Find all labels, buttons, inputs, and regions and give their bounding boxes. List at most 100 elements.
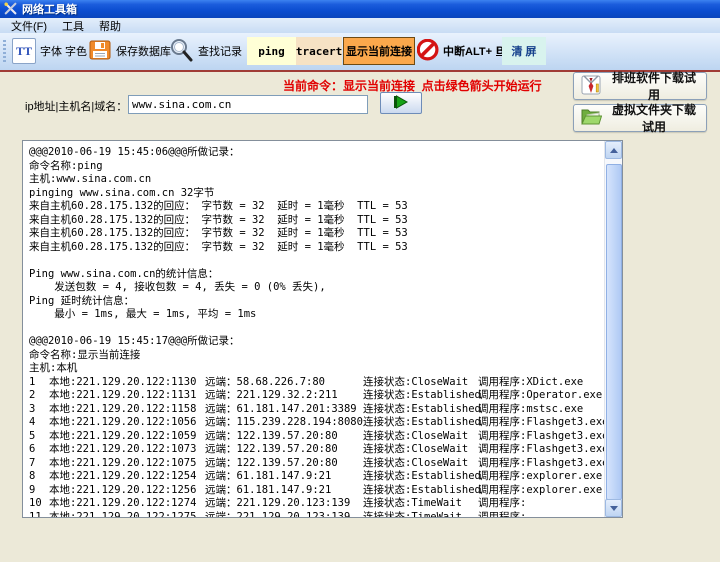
- connection-num-cell: 11: [29, 511, 42, 519]
- connection-num-cell: 8: [29, 470, 35, 484]
- terminal-line: 主机:本机: [23, 362, 605, 376]
- connection-row: 2 本地:221.129.20.122:1131 远端：221.129.32.2:2…: [23, 389, 605, 403]
- terminal-line: 来自主机60.28.175.132的回应： 字节数 = 32 延时 = 1毫秒 …: [23, 200, 605, 214]
- connection-num-cell: 10: [29, 497, 42, 511]
- connection-num-cell: 9: [29, 484, 35, 498]
- toolbar: TT 字体 字色 保存数据库: [0, 33, 720, 72]
- terminal-line: Ping 延时统计信息：: [23, 295, 605, 309]
- connection-remote-cell: 远端：122.139.57.20:80: [205, 457, 338, 471]
- green-play-icon: [390, 94, 412, 113]
- scroll-up-button[interactable]: [605, 141, 622, 159]
- connection-state-cell: 连接状态:TimeWait: [363, 511, 462, 519]
- connection-local-cell: 本地:221.129.20.122:1274: [49, 497, 196, 511]
- find-record-button[interactable]: 查找记录: [168, 37, 242, 65]
- connection-local-cell: 本地:221.129.20.122:1056: [49, 416, 196, 430]
- toolbar-grip[interactable]: [3, 40, 6, 64]
- terminal-line: @@@2010-06-19 15:45:06@@@所做记录：: [23, 146, 605, 160]
- floppy-disk-icon: [88, 38, 112, 65]
- ping-button[interactable]: ping: [247, 37, 296, 65]
- connection-num-cell: 5: [29, 430, 35, 444]
- host-input-label: ip地址|主机名|域名：: [25, 98, 127, 114]
- terminal-line: @@@2010-06-19 15:45:17@@@所做记录：: [23, 335, 605, 349]
- connection-local-cell: 本地:221.129.20.122:1275: [49, 511, 196, 519]
- connection-local-cell: 本地:221.129.20.122:1158: [49, 403, 196, 417]
- no-entry-icon: [417, 39, 439, 64]
- connection-num-cell: 4: [29, 416, 35, 430]
- chevron-up-icon: [610, 148, 618, 153]
- connection-num-cell: 7: [29, 457, 35, 471]
- shirt-tie-icon: [580, 74, 602, 99]
- connection-prog-cell: 调用程序:Flashget3.exe: [478, 430, 609, 444]
- connection-state-cell: 连接状态:TimeWait: [363, 497, 462, 511]
- terminal-line: 来自主机60.28.175.132的回应： 字节数 = 32 延时 = 1毫秒 …: [23, 241, 605, 255]
- connection-remote-cell: 远端：122.139.57.20:80: [205, 430, 338, 444]
- connection-state-cell: 连接状态:CloseWait: [363, 457, 468, 471]
- connection-row: 5 本地:221.129.20.122:1059 远端：122.139.57.20:…: [23, 430, 605, 444]
- output-terminal[interactable]: @@@2010-06-19 15:45:06@@@所做记录：命令名称:ping主…: [22, 140, 623, 518]
- clear-screen-button[interactable]: 清 屏: [502, 37, 546, 65]
- find-record-label: 查找记录: [198, 43, 242, 59]
- connection-row: 11 本地:221.129.20.122:1275 远端：221.129.20.12…: [23, 511, 605, 519]
- terminal-line: 最小 = 1ms, 最大 = 1ms, 平均 = 1ms: [23, 308, 605, 322]
- schedule-software-trial-label: 排班软件下载试用: [608, 69, 700, 103]
- connection-num-cell: 6: [29, 443, 35, 457]
- terminal-line: [23, 322, 605, 336]
- connection-prog-cell: 调用程序:explorer.exe: [478, 470, 602, 484]
- terminal-line: 命令名称:ping: [23, 160, 605, 174]
- connection-local-cell: 本地:221.129.20.122:1130: [49, 376, 196, 390]
- scroll-down-button[interactable]: [605, 499, 622, 517]
- virtual-folder-trial-button[interactable]: 虚拟文件夹下载试用: [573, 104, 707, 132]
- connection-state-cell: 连接状态:CloseWait: [363, 430, 468, 444]
- connection-local-cell: 本地:221.129.20.122:1254: [49, 470, 196, 484]
- font-icon: TT: [12, 38, 36, 64]
- schedule-software-trial-button[interactable]: 排班软件下载试用: [573, 72, 707, 100]
- terminal-content: @@@2010-06-19 15:45:06@@@所做记录：命令名称:ping主…: [23, 146, 605, 517]
- connection-row: 7 本地:221.129.20.122:1075 远端：122.139.57.20:…: [23, 457, 605, 471]
- connection-prog-cell: 调用程序:Flashget3.exe: [478, 457, 609, 471]
- terminal-line: 发送包数 = 4, 接收包数 = 4, 丢失 = 0 (0% 丢失),: [23, 281, 605, 295]
- connection-row: 4 本地:221.129.20.122:1056 远端：115.239.228.19…: [23, 416, 605, 430]
- menu-help[interactable]: 帮助: [96, 18, 124, 34]
- font-color-button[interactable]: TT 字体 字色: [12, 37, 87, 65]
- menu-tools[interactable]: 工具: [59, 18, 87, 34]
- interrupt-button[interactable]: 中断ALT+B: [417, 37, 504, 65]
- save-database-label: 保存数据库: [116, 43, 171, 59]
- connection-state-cell: 连接状态:CloseWait: [363, 376, 468, 390]
- terminal-scrollbar[interactable]: [604, 141, 622, 517]
- connection-local-cell: 本地:221.129.20.122:1075: [49, 457, 196, 471]
- connection-state-cell: 连接状态:Established: [363, 389, 481, 403]
- connection-state-cell: 连接状态:Established: [363, 470, 481, 484]
- save-database-button[interactable]: 保存数据库: [88, 37, 171, 65]
- terminal-line: 命令名称:显示当前连接: [23, 349, 605, 363]
- connection-remote-cell: 远端：61.181.147.9:21: [205, 470, 331, 484]
- terminal-line: pinging www.sina.com.cn 32字节: [23, 187, 605, 201]
- green-folder-icon: [580, 106, 602, 131]
- connection-prog-cell: 调用程序:Flashget3.exe: [478, 416, 609, 430]
- connection-row: 10本地:221.129.20.122:1274远端：221.129.20.12…: [23, 497, 605, 511]
- show-connections-button[interactable]: 显示当前连接: [343, 37, 415, 65]
- terminal-line: [23, 254, 605, 268]
- connection-prog-cell: 调用程序:explorer.exe: [478, 484, 602, 498]
- host-input[interactable]: [128, 95, 368, 114]
- terminal-line: 来自主机60.28.175.132的回应： 字节数 = 32 延时 = 1毫秒 …: [23, 214, 605, 228]
- connection-remote-cell: 远端：115.239.228.194:8080: [205, 416, 363, 430]
- tracert-button[interactable]: tracert: [296, 37, 342, 65]
- virtual-folder-trial-label: 虚拟文件夹下载试用: [608, 101, 700, 135]
- menu-file[interactable]: 文件(F): [8, 18, 50, 34]
- magnifier-icon: [168, 37, 194, 66]
- app-window: 网络工具箱 文件(F) 工具 帮助 TT 字体 字色 保存数: [0, 0, 720, 562]
- terminal-line: 主机:www.sina.com.cn: [23, 173, 605, 187]
- connection-local-cell: 本地:221.129.20.122:1059: [49, 430, 196, 444]
- menubar: 文件(F) 工具 帮助: [0, 18, 720, 33]
- connection-state-cell: 连接状态:CloseWait: [363, 443, 468, 457]
- connection-remote-cell: 远端：221.129.32.2:211: [205, 389, 338, 403]
- connection-prog-cell: 调用程序:: [478, 497, 526, 511]
- connection-remote-cell: 远端：221.129.20.123:139: [205, 511, 350, 519]
- scrollbar-thumb[interactable]: [606, 164, 622, 500]
- run-button[interactable]: [380, 92, 422, 114]
- titlebar[interactable]: 网络工具箱: [0, 0, 720, 18]
- connection-prog-cell: 调用程序:Flashget3.exe: [478, 443, 609, 457]
- connection-local-cell: 本地:221.129.20.122:1131: [49, 389, 196, 403]
- connection-num-cell: 2: [29, 389, 35, 403]
- connection-row: 3本地:221.129.20.122:1158远端：61.181.147.201…: [23, 403, 605, 417]
